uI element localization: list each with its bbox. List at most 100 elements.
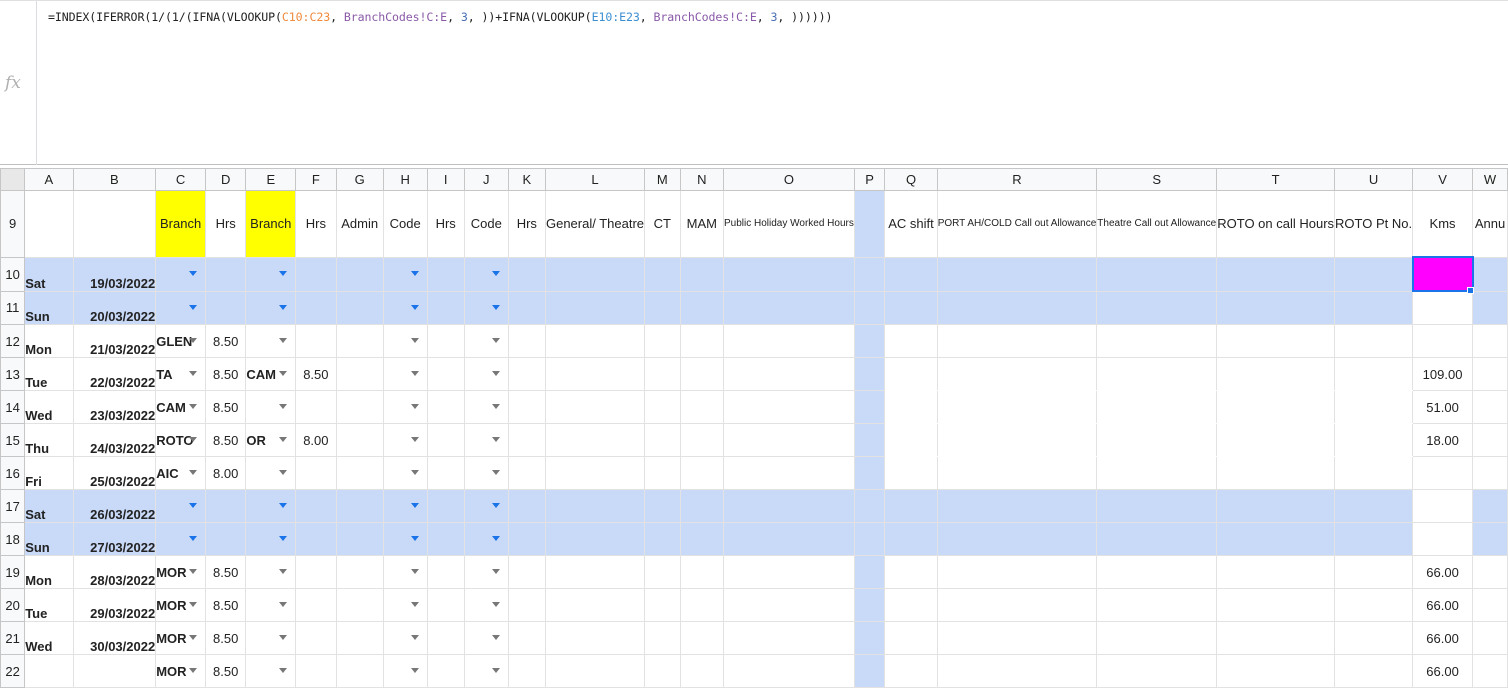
cell[interactable] (335, 324, 384, 358)
chevron-down-icon[interactable] (410, 536, 419, 541)
chevron-down-icon[interactable] (491, 304, 500, 310)
hours-cell[interactable] (205, 489, 247, 523)
cell[interactable] (1216, 489, 1336, 523)
cell[interactable] (1334, 522, 1414, 556)
cell[interactable] (426, 621, 465, 655)
cell[interactable] (722, 456, 855, 490)
branch-cell[interactable] (245, 390, 297, 424)
cell[interactable] (544, 357, 646, 391)
cell[interactable] (679, 324, 724, 358)
cell[interactable] (544, 324, 646, 358)
cell[interactable] (936, 555, 1098, 589)
chevron-down-icon[interactable] (279, 304, 288, 310)
cell[interactable] (644, 324, 681, 358)
hours-cell[interactable]: 8.50 (205, 357, 247, 391)
date-cell[interactable]: 21/03/2022 (72, 324, 157, 358)
date-cell[interactable]: 30/03/2022 (72, 621, 157, 655)
chevron-down-icon[interactable] (279, 602, 288, 607)
cell[interactable] (1334, 256, 1414, 292)
cell[interactable] (853, 357, 886, 391)
hours-cell[interactable]: 8.00 (295, 423, 337, 457)
branch-cell[interactable]: ROTO (155, 423, 207, 457)
hours-cell[interactable] (295, 621, 337, 655)
chevron-down-icon[interactable] (189, 668, 198, 673)
cell[interactable] (463, 290, 509, 325)
cell[interactable] (644, 621, 681, 655)
cell[interactable] (382, 423, 428, 457)
cell[interactable] (884, 357, 938, 391)
branch-cell[interactable]: CAM (155, 390, 207, 424)
cell[interactable] (722, 588, 855, 622)
cell[interactable] (544, 621, 646, 655)
kms-cell[interactable]: 66.00 (1412, 588, 1473, 622)
branch-cell[interactable] (245, 489, 297, 523)
chevron-down-icon[interactable] (410, 668, 419, 673)
day-cell[interactable] (24, 654, 74, 688)
cell[interactable] (1472, 256, 1508, 292)
hours-cell[interactable]: 8.50 (295, 357, 337, 391)
chevron-down-icon[interactable] (279, 503, 288, 508)
column-header-h[interactable]: H (382, 168, 428, 191)
cell[interactable] (644, 654, 681, 688)
day-cell[interactable]: Tue (24, 588, 74, 622)
cell[interactable] (1334, 621, 1414, 655)
date-cell[interactable] (72, 654, 157, 688)
chevron-down-icon[interactable] (410, 437, 419, 442)
cell[interactable] (463, 588, 509, 622)
cell[interactable] (426, 290, 465, 325)
select-all-corner[interactable] (0, 168, 26, 191)
chevron-down-icon[interactable] (189, 371, 198, 376)
cell[interactable] (544, 489, 646, 523)
cell[interactable] (507, 489, 546, 523)
cell[interactable] (936, 522, 1098, 556)
cell[interactable] (884, 324, 938, 358)
cell[interactable] (426, 489, 465, 523)
cell[interactable] (507, 588, 546, 622)
cell[interactable] (679, 588, 724, 622)
cell[interactable] (1096, 588, 1218, 622)
cell[interactable] (1334, 588, 1414, 622)
chevron-down-icon[interactable] (491, 602, 500, 607)
row-header[interactable]: 21 (0, 621, 26, 655)
cell[interactable] (884, 621, 938, 655)
cell[interactable] (936, 290, 1098, 325)
chevron-down-icon[interactable] (410, 635, 419, 640)
cell[interactable] (853, 290, 886, 325)
branch-cell[interactable]: MOR (155, 654, 207, 688)
cell[interactable] (544, 423, 646, 457)
cell[interactable] (853, 489, 886, 523)
cell[interactable] (335, 423, 384, 457)
hours-cell[interactable] (295, 290, 337, 325)
cell[interactable] (507, 456, 546, 490)
chevron-down-icon[interactable] (279, 270, 288, 276)
column-header-o[interactable]: O (722, 168, 855, 191)
kms-cell[interactable]: 66.00 (1412, 621, 1473, 655)
day-cell[interactable]: Wed (24, 390, 74, 424)
cell[interactable] (463, 654, 509, 688)
cell[interactable] (463, 256, 509, 292)
chevron-down-icon[interactable] (491, 536, 500, 541)
chevron-down-icon[interactable] (279, 338, 288, 343)
column-header-n[interactable]: N (679, 168, 724, 191)
cell[interactable] (507, 324, 546, 358)
branch-cell[interactable]: OR (245, 423, 297, 457)
day-cell[interactable]: Mon (24, 324, 74, 358)
chevron-down-icon[interactable] (189, 304, 198, 310)
cell[interactable] (722, 290, 855, 325)
cell[interactable] (507, 290, 546, 325)
cell[interactable] (463, 423, 509, 457)
cell[interactable] (884, 423, 938, 457)
cell[interactable] (644, 290, 681, 325)
cell[interactable] (1334, 555, 1414, 589)
cell[interactable] (644, 456, 681, 490)
cell[interactable] (722, 390, 855, 424)
cell[interactable] (335, 390, 384, 424)
kms-cell[interactable]: 66.00 (1412, 555, 1473, 589)
cell[interactable] (1472, 423, 1508, 457)
branch-cell[interactable] (155, 290, 207, 325)
cell[interactable] (426, 522, 465, 556)
cell[interactable] (853, 256, 886, 292)
cell[interactable] (463, 390, 509, 424)
column-header-l[interactable]: L (544, 168, 646, 191)
branch-cell[interactable] (245, 256, 297, 292)
